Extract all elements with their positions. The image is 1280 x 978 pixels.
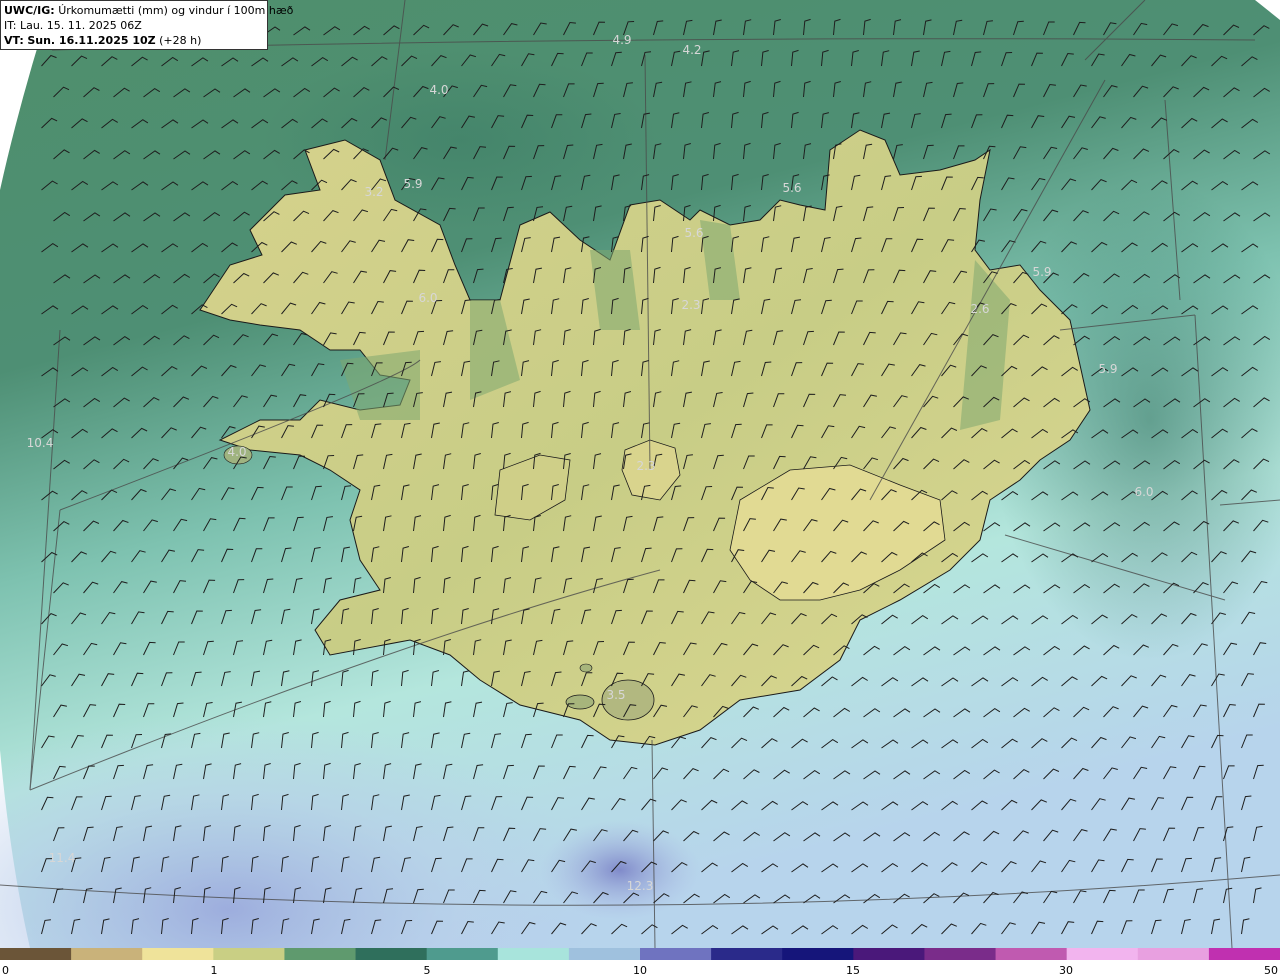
colorbar-segment (426, 948, 499, 960)
colorbar-segment (497, 948, 570, 960)
value-label: 5.9 (1098, 362, 1117, 376)
it-value: Lau. 15. 11. 2025 06Z (19, 19, 142, 32)
product-code: UWC/IG: (4, 4, 55, 17)
colorbar-segment (71, 948, 143, 960)
colorbar-segment (0, 948, 72, 960)
colorbar-segment (853, 948, 926, 960)
colorbar-segment (924, 948, 997, 960)
colorbar-segment (284, 948, 357, 960)
value-label: 3.2 (364, 185, 383, 199)
value-label: 5.9 (1032, 265, 1051, 279)
colorbar-segment (711, 948, 783, 960)
colorbar-segment (782, 948, 854, 960)
info-vt-row: VT: Sun. 16.11.2025 10Z (+28 h) (4, 33, 264, 48)
value-label: 5.6 (684, 226, 703, 240)
value-label: 10.4 (27, 436, 54, 450)
colorbar-strip (0, 948, 1280, 960)
colorbar-tick: 5 (423, 964, 431, 977)
colorbar-tick: 1 (210, 964, 218, 977)
colorbar-tick: 0 (2, 964, 9, 977)
product-title: Úrkomumætti (mm) og vindur í 100m hæð (58, 4, 294, 17)
colorbar: 0 1 5 10 15 30 50 (0, 948, 1280, 978)
value-label: 4.2 (682, 43, 701, 57)
precipitation-wind-map: 4.9 4.2 4.0 5.9 3.2 5.6 5.6 6.0 2.3 5.9 2.6 5.9 10.4… (0, 0, 1280, 948)
colorbar-tick: 50 (1264, 964, 1278, 977)
value-label: 6.0 (418, 291, 437, 305)
colorbar-tick: 30 (1059, 964, 1073, 977)
colorbar-segment (640, 948, 712, 960)
value-label: 3.5 (606, 688, 625, 702)
value-label: 4.0 (429, 83, 448, 97)
island-west (565, 694, 595, 710)
info-it-row: IT: Lau. 15. 11. 2025 06Z (4, 18, 264, 33)
colorbar-segment (995, 948, 1068, 960)
colorbar-tick: 15 (846, 964, 860, 977)
vt-label: VT: (4, 34, 24, 47)
info-title-row: UWC/IG: Úrkomumætti (mm) og vindur í 100… (4, 3, 293, 18)
value-label: 5.6 (782, 181, 801, 195)
colorbar-segment (1137, 948, 1210, 960)
colorbar-segment (1208, 948, 1280, 960)
colorbar-segment (213, 948, 286, 960)
colorbar-tick: 10 (633, 964, 647, 977)
value-label: 12.3 (627, 879, 654, 893)
vt-value: Sun. 16.11.2025 10Z (27, 34, 156, 47)
colorbar-segment (142, 948, 214, 960)
value-label: 4.0 (227, 445, 246, 459)
value-label: 5.9 (403, 177, 422, 191)
colorbar-segment (568, 948, 641, 960)
colorbar-segment (1066, 948, 1139, 960)
value-label: 11.4 (49, 851, 76, 865)
colorbar-segment (355, 948, 428, 960)
value-label: 2.3 (636, 459, 655, 473)
value-label: 4.9 (612, 33, 631, 47)
value-label: 2.6 (970, 302, 989, 316)
it-label: IT: (4, 19, 17, 32)
vt-offset: (+28 h) (159, 34, 202, 47)
value-label: 6.0 (1134, 485, 1153, 499)
value-label: 2.3 (681, 298, 700, 312)
info-box: UWC/IG: Úrkomumætti (mm) og vindur í 100… (0, 0, 293, 50)
